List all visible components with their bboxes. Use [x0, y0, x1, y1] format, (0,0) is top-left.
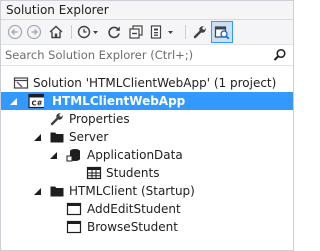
- csharp-project-icon: C#: [28, 93, 44, 109]
- expanded-arrow-icon[interactable]: [33, 187, 42, 196]
- search-bar: [1, 45, 293, 66]
- back-button[interactable]: [7, 22, 23, 42]
- tree-item-add-edit-student[interactable]: AddEditStudent: [1, 200, 293, 218]
- tree-item-label: Server: [69, 130, 109, 144]
- toolbar-separator: [71, 25, 72, 39]
- show-all-files-button[interactable]: [149, 22, 177, 42]
- history-clock-icon: [77, 25, 98, 39]
- refresh-button[interactable]: [105, 22, 123, 42]
- svg-text:C#: C#: [32, 100, 43, 108]
- properties-button[interactable]: [191, 22, 209, 42]
- tree-item-browse-student[interactable]: BrowseStudent: [1, 218, 293, 236]
- show-all-files-icon: [150, 25, 173, 39]
- tree-item-solution[interactable]: Solution 'HTMLClientWebApp' (1 project): [1, 74, 293, 92]
- toolbar-separator: [185, 25, 186, 39]
- preview-icon: [214, 26, 230, 40]
- solution-explorer-window: Solution Explorer Search Solution Explor…: [0, 0, 294, 251]
- back-arrow-icon: [7, 24, 23, 40]
- forward-button[interactable]: [26, 22, 42, 42]
- expanded-arrow-icon[interactable]: [9, 97, 18, 106]
- forward-arrow-icon: [26, 24, 42, 40]
- search-icon[interactable]: [273, 48, 287, 62]
- tree-item-server[interactable]: Server: [1, 128, 293, 146]
- tree-item-label: Students: [106, 166, 160, 180]
- table-icon: [86, 166, 102, 180]
- search-input[interactable]: [5, 48, 263, 62]
- tree-item-label: HTMLClientWebApp: [52, 94, 186, 108]
- history-button[interactable]: [77, 22, 101, 42]
- collapse-all-button[interactable]: [127, 22, 145, 42]
- folder-icon: [50, 132, 64, 143]
- wrench-icon: [50, 113, 63, 126]
- expanded-arrow-icon[interactable]: [33, 133, 42, 142]
- collapse-all-icon: [129, 25, 143, 39]
- home-icon: [49, 25, 63, 39]
- tree-item-application-data[interactable]: ApplicationData: [1, 146, 293, 164]
- toolbar: [1, 20, 293, 45]
- tree-item-students[interactable]: Students: [1, 164, 293, 182]
- tree-item-properties[interactable]: Properties: [1, 110, 293, 128]
- expanded-arrow-icon[interactable]: [49, 151, 58, 160]
- home-button[interactable]: [47, 22, 65, 42]
- screen-icon: [66, 220, 82, 234]
- tree-item-label: Solution 'HTMLClientWebApp' (1 project): [33, 76, 277, 90]
- preview-button[interactable]: [211, 21, 233, 43]
- tree-item-project[interactable]: C# HTMLClientWebApp: [1, 92, 293, 110]
- refresh-icon: [108, 26, 120, 39]
- tree-item-label: HTMLClient (Startup): [69, 184, 195, 198]
- window-title: Solution Explorer: [6, 3, 109, 17]
- tree-item-htmlclient[interactable]: HTMLClient (Startup): [1, 182, 293, 200]
- folder-icon: [50, 186, 64, 197]
- database-icon: [66, 149, 80, 162]
- tree-item-label: BrowseStudent: [87, 220, 178, 234]
- tree-item-label: ApplicationData: [87, 148, 183, 162]
- tree-item-label: AddEditStudent: [87, 202, 181, 216]
- screen-icon: [66, 202, 82, 216]
- title-bar: Solution Explorer: [1, 1, 293, 20]
- solution-icon: [13, 77, 29, 89]
- tree-item-label: Properties: [69, 112, 130, 126]
- properties-wrench-icon: [193, 26, 206, 39]
